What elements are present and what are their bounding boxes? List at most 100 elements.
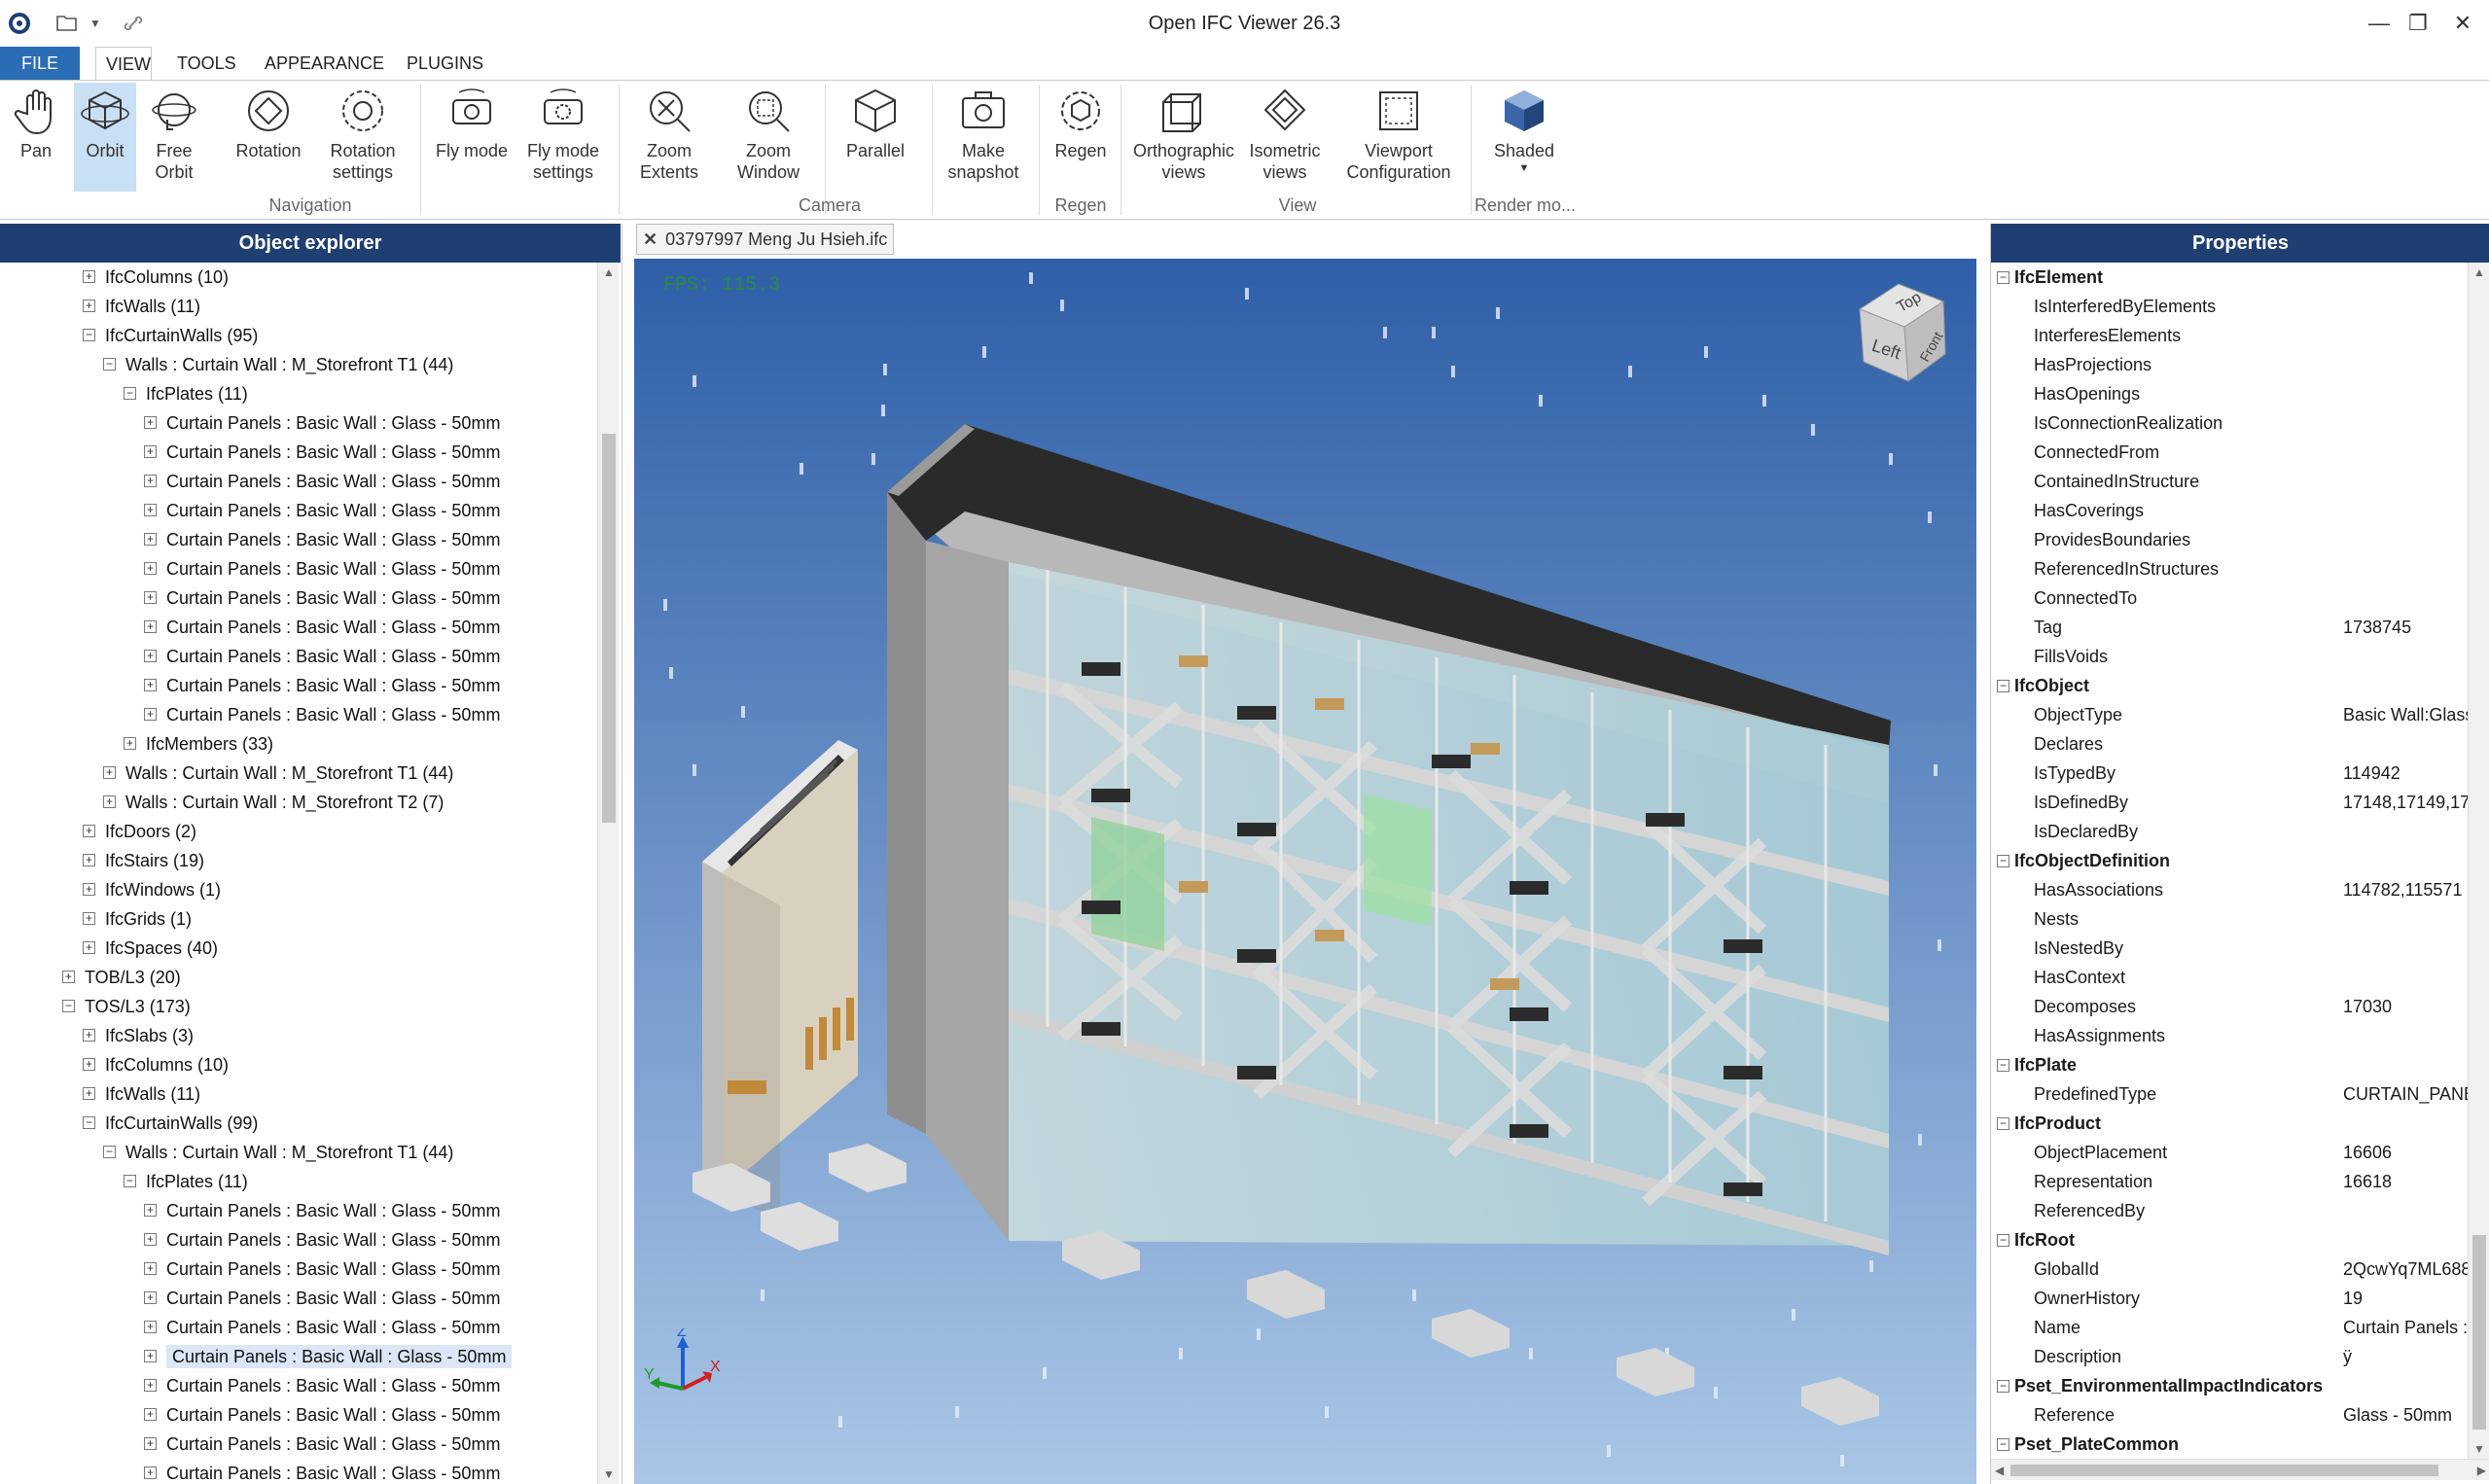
- tree-row[interactable]: + Curtain Panels : Basic Wall : Glass - 5…: [144, 1254, 500, 1284]
- property-row[interactable]: HasAssociations 114782,115571: [1991, 875, 2468, 904]
- tree-row[interactable]: + Curtain Panels : Basic Wall : Glass - 5…: [144, 1459, 500, 1484]
- fly-mode-settings-button[interactable]: Fly mode settings: [521, 83, 605, 192]
- tree-row[interactable]: + IfcStairs (19): [83, 846, 204, 875]
- tree-row[interactable]: − IfcPlates (11): [124, 1167, 248, 1196]
- property-row[interactable]: IsInterferedByElements: [1991, 292, 2468, 321]
- rotation-button[interactable]: Rotation: [230, 83, 307, 192]
- property-row[interactable]: HasContext: [1991, 963, 2468, 992]
- expand-icon[interactable]: +: [144, 1320, 157, 1333]
- pan-button[interactable]: Pan: [4, 83, 68, 192]
- expand-icon[interactable]: +: [83, 882, 95, 896]
- expand-icon[interactable]: +: [83, 299, 95, 312]
- property-row[interactable]: IsDeclaredBy: [1991, 817, 2468, 846]
- fly-mode-button[interactable]: Fly mode: [428, 83, 516, 192]
- expand-icon[interactable]: +: [144, 1290, 157, 1304]
- property-group[interactable]: − Pset_PlateCommon: [1991, 1430, 2468, 1455]
- close-tab-icon[interactable]: ✕: [643, 230, 658, 249]
- property-row[interactable]: IsConnectionRealization: [1991, 408, 2468, 438]
- tree-row[interactable]: + Walls : Curtain Wall : M_Storefront T2 …: [103, 788, 444, 817]
- property-row[interactable]: HasProjections: [1991, 350, 2468, 379]
- property-row[interactable]: Description ÿ: [1991, 1342, 2468, 1371]
- expand-icon[interactable]: +: [144, 1203, 157, 1217]
- property-row[interactable]: FillsVoids: [1991, 642, 2468, 671]
- property-group[interactable]: − IfcObject: [1991, 671, 2468, 700]
- expand-icon[interactable]: +: [144, 678, 157, 691]
- shaded-button[interactable]: Shaded ▼: [1480, 83, 1568, 192]
- close-window-button[interactable]: ✕: [2437, 0, 2488, 47]
- collapse-icon[interactable]: −: [1997, 1438, 2009, 1451]
- scroll-down-icon[interactable]: ▼: [598, 1465, 620, 1484]
- tab-appearance[interactable]: APPEARANCE: [255, 47, 394, 80]
- property-group[interactable]: − IfcRoot: [1991, 1225, 2468, 1254]
- expand-icon[interactable]: +: [144, 1261, 157, 1275]
- orbit-button[interactable]: Orbit: [74, 83, 136, 192]
- collapse-icon[interactable]: −: [103, 357, 116, 371]
- tree-row[interactable]: − IfcCurtainWalls (99): [83, 1109, 258, 1138]
- property-row[interactable]: IsTypedBy 114942: [1991, 759, 2468, 788]
- make-snapshot-button[interactable]: Make snapshot: [940, 83, 1027, 192]
- expand-icon[interactable]: +: [62, 970, 75, 983]
- tree-row[interactable]: + Curtain Panels : Basic Wall : Glass - 5…: [144, 1225, 500, 1254]
- orthographic-views-button[interactable]: Orthographic views: [1128, 83, 1239, 192]
- rotation-settings-button[interactable]: Rotation settings: [317, 83, 409, 192]
- tree-row[interactable]: + Curtain Panels : Basic Wall : Glass - 5…: [144, 554, 500, 583]
- expand-icon[interactable]: +: [144, 1349, 157, 1362]
- expand-icon[interactable]: +: [83, 911, 95, 925]
- tree-row[interactable]: + Curtain Panels : Basic Wall : Glass - 5…: [144, 1284, 500, 1313]
- property-row[interactable]: HasAssignments: [1991, 1021, 2468, 1050]
- property-row[interactable]: IsDefinedBy 17148,17149,174: [1991, 788, 2468, 817]
- tree-row[interactable]: + IfcWindows (1): [83, 875, 221, 904]
- collapse-icon[interactable]: −: [62, 999, 75, 1012]
- tree-row[interactable]: + Curtain Panels : Basic Wall : Glass - 5…: [144, 1313, 500, 1342]
- tree-row[interactable]: + Curtain Panels : Basic Wall : Glass - 5…: [144, 1342, 513, 1371]
- tree-row[interactable]: + Curtain Panels : Basic Wall : Glass - 5…: [144, 1400, 500, 1430]
- expand-icon[interactable]: +: [83, 1086, 95, 1100]
- tab-plugins[interactable]: PLUGINS: [397, 47, 493, 80]
- tree-row[interactable]: − Walls : Curtain Wall : M_Storefront T1 …: [103, 350, 453, 379]
- properties-horizontal-scrollbar[interactable]: ◀ ▶: [1991, 1459, 2489, 1480]
- tree-row[interactable]: + IfcColumns (10): [83, 1050, 229, 1079]
- tree-row[interactable]: + Curtain Panels : Basic Wall : Glass - 5…: [144, 671, 500, 700]
- tree-row[interactable]: + Curtain Panels : Basic Wall : Glass - 5…: [144, 613, 500, 642]
- collapse-icon[interactable]: −: [1997, 1117, 2009, 1130]
- tree-row[interactable]: + IfcSpaces (40): [83, 934, 218, 963]
- tree-row[interactable]: + Curtain Panels : Basic Wall : Glass - 5…: [144, 408, 500, 438]
- tree-row[interactable]: + Walls : Curtain Wall : M_Storefront T1 …: [103, 759, 453, 788]
- property-group[interactable]: − IfcProduct: [1991, 1109, 2468, 1138]
- expand-icon[interactable]: +: [83, 853, 95, 866]
- property-row[interactable]: PredefinedType CURTAIN_PANEL: [1991, 1079, 2468, 1109]
- tree-row[interactable]: + IfcSlabs (3): [83, 1021, 194, 1050]
- property-row[interactable]: Reference Glass - 50mm: [1991, 1400, 2468, 1430]
- tree-row[interactable]: + IfcGrids (1): [83, 904, 192, 934]
- collapse-icon[interactable]: −: [1997, 1380, 2009, 1393]
- expand-icon[interactable]: +: [83, 824, 95, 837]
- scroll-left-icon[interactable]: ◀: [1995, 1460, 2004, 1481]
- collapse-icon[interactable]: −: [103, 1145, 116, 1158]
- tree-row[interactable]: − TOS/L3 (173): [62, 992, 191, 1021]
- property-row[interactable]: Tag 1738745: [1991, 613, 2468, 642]
- expand-icon[interactable]: +: [83, 940, 95, 954]
- tree-row[interactable]: + Curtain Panels : Basic Wall : Glass - 5…: [144, 1196, 500, 1225]
- expand-icon[interactable]: +: [144, 1232, 157, 1246]
- property-row[interactable]: Name Curtain Panels :: [1991, 1313, 2468, 1342]
- expand-icon[interactable]: +: [144, 649, 157, 662]
- collapse-icon[interactable]: −: [124, 1174, 136, 1187]
- property-row[interactable]: Decomposes 17030: [1991, 992, 2468, 1021]
- collapse-icon[interactable]: −: [1997, 680, 2009, 692]
- collapse-icon[interactable]: −: [1997, 1234, 2009, 1247]
- tree-row[interactable]: + IfcWalls (11): [83, 1079, 200, 1109]
- expand-icon[interactable]: +: [144, 1407, 157, 1421]
- free-orbit-button[interactable]: Free Orbit: [142, 83, 206, 192]
- expand-icon[interactable]: +: [144, 561, 157, 575]
- viewport-configuration-button[interactable]: Viewport Configuration: [1334, 83, 1463, 192]
- scroll-up-icon[interactable]: ▲: [598, 263, 620, 282]
- tree-row[interactable]: + Curtain Panels : Basic Wall : Glass - 5…: [144, 1371, 500, 1400]
- tree-row[interactable]: + Curtain Panels : Basic Wall : Glass - 5…: [144, 467, 500, 496]
- shaded-dropdown-icon[interactable]: ▼: [1519, 161, 1530, 175]
- tree-row[interactable]: + IfcMembers (33): [124, 729, 273, 759]
- tree-row[interactable]: + IfcWalls (11): [83, 292, 200, 321]
- tab-view[interactable]: VIEW: [95, 47, 152, 80]
- 3d-viewport[interactable]: FPS: 115.3 Top Left Front Z X Y: [634, 259, 1976, 1484]
- parallel-button[interactable]: Parallel: [836, 83, 914, 192]
- property-group[interactable]: − IfcObjectDefinition: [1991, 846, 2468, 875]
